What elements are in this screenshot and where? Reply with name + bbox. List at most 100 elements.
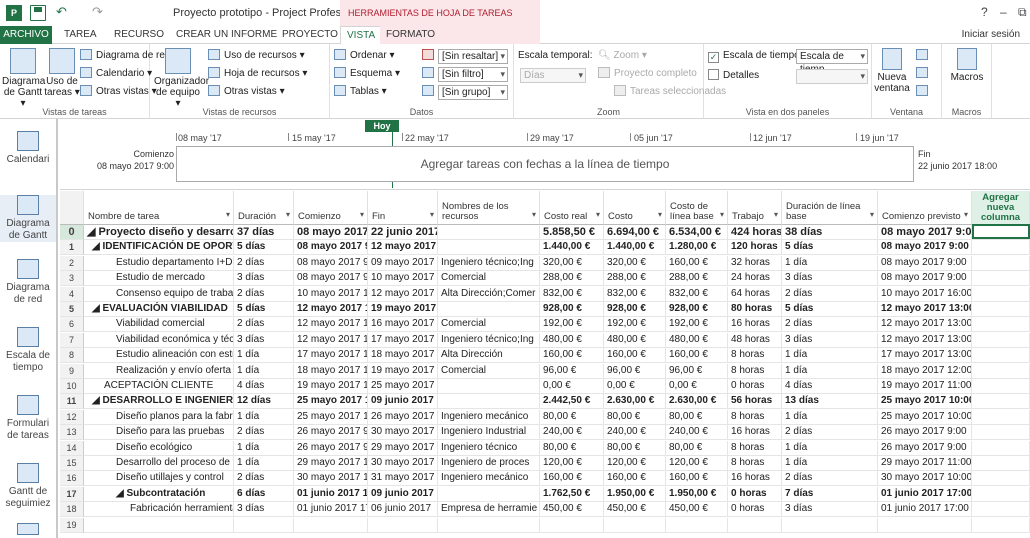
add-column-cell[interactable] xyxy=(972,271,1030,287)
task-name-cell[interactable]: Diseño ecológico xyxy=(84,440,234,456)
baseline-duration-cell[interactable]: 1 día xyxy=(782,363,878,379)
planned-start-cell[interactable]: 12 mayo 2017 13:00 xyxy=(878,317,972,333)
table-row[interactable]: 2 Estudio departamento I+D 2 días 08 mayo 2… xyxy=(60,255,1030,271)
work-cell[interactable]: 32 horas xyxy=(728,255,782,271)
baseline-cost-cell[interactable]: 288,00 € xyxy=(666,271,728,287)
select-all-corner[interactable] xyxy=(60,191,84,225)
baseline-duration-cell[interactable]: 1 día xyxy=(782,409,878,425)
task-name-cell[interactable]: ◢ DESARROLLO E INGENIERÍA xyxy=(84,394,234,410)
actual-cost-cell[interactable]: 480,00 € xyxy=(540,332,604,348)
group-select[interactable]: [Sin grupo] xyxy=(438,85,508,100)
add-column-cell[interactable] xyxy=(972,517,1030,533)
task-name-cell[interactable]: ◢ EVALUACIÓN VIABILIDAD xyxy=(84,302,234,317)
row-id[interactable]: 4 xyxy=(60,286,84,302)
task-name-cell[interactable]: ◢ IDENTIFICACIÓN DE OPORTUNIDAD xyxy=(84,240,234,256)
start-cell[interactable]: 17 mayo 2017 1: xyxy=(294,348,368,364)
start-cell[interactable]: 26 mayo 2017 9: xyxy=(294,440,368,456)
finish-cell[interactable]: 17 mayo 2017 xyxy=(368,332,438,348)
finish-cell[interactable]: 30 mayo 2017 xyxy=(368,456,438,471)
undo-icon[interactable]: ↶ xyxy=(56,4,67,20)
add-column-cell[interactable] xyxy=(972,302,1030,317)
start-cell[interactable]: 12 mayo 2017 1: xyxy=(294,332,368,348)
finish-cell[interactable]: 19 mayo 2017 xyxy=(368,302,438,317)
resources-cell[interactable] xyxy=(438,225,540,240)
actual-cost-cell[interactable]: 96,00 € xyxy=(540,363,604,379)
timeline-checkbox[interactable]: ✓ Escala de tiempo xyxy=(708,49,800,63)
start-cell[interactable]: 26 mayo 2017 9: xyxy=(294,425,368,441)
column-header-actual-cost[interactable]: Costo real ▾ xyxy=(540,191,604,225)
planned-start-cell[interactable]: 08 mayo 2017 9:00 xyxy=(878,240,972,256)
save-icon[interactable] xyxy=(30,5,46,21)
duration-cell[interactable]: 2 días xyxy=(234,425,294,441)
table-row[interactable]: 0 ◢ Proyecto diseño y desarrollo 37 días 08… xyxy=(60,225,1030,240)
baseline-cost-cell[interactable]: 160,00 € xyxy=(666,255,728,271)
add-column-cell[interactable] xyxy=(972,456,1030,471)
cost-cell[interactable]: 928,00 € xyxy=(604,302,666,317)
row-id[interactable]: 14 xyxy=(60,440,84,456)
work-cell[interactable]: 56 horas xyxy=(728,394,782,410)
cost-cell[interactable]: 120,00 € xyxy=(604,456,666,471)
resources-cell[interactable]: Ingeniero Industrial xyxy=(438,425,540,441)
add-column-cell[interactable] xyxy=(972,255,1030,271)
planned-start-cell[interactable] xyxy=(878,517,972,533)
baseline-duration-cell[interactable]: 13 días xyxy=(782,394,878,410)
work-cell[interactable]: 8 horas xyxy=(728,440,782,456)
finish-cell[interactable]: 16 mayo 2017 xyxy=(368,317,438,333)
column-header-baseline-duration[interactable]: Duración de línea base ▾ xyxy=(782,191,878,225)
actual-cost-cell[interactable]: 928,00 € xyxy=(540,302,604,317)
start-cell[interactable]: 10 mayo 2017 1( xyxy=(294,286,368,302)
finish-cell[interactable]: 09 mayo 2017 xyxy=(368,255,438,271)
duration-cell[interactable]: 6 días xyxy=(234,486,294,502)
resources-cell[interactable]: Alta Dirección;Comer xyxy=(438,286,540,302)
finish-cell[interactable]: 19 mayo 2017 xyxy=(368,363,438,379)
resources-cell[interactable]: Ingeniero mecánico xyxy=(438,409,540,425)
start-cell[interactable] xyxy=(294,517,368,533)
add-column-cell[interactable] xyxy=(972,379,1030,394)
resources-cell[interactable]: Comercial xyxy=(438,271,540,287)
task-name-cell[interactable]: Viabilidad comercial xyxy=(84,317,234,333)
task-name-cell[interactable]: ◢ Subcontratación xyxy=(84,486,234,502)
row-id[interactable]: 5 xyxy=(60,302,84,317)
duration-cell[interactable]: 3 días xyxy=(234,332,294,348)
details-view-select[interactable] xyxy=(796,69,868,84)
arrange-icon[interactable] xyxy=(916,48,932,64)
timeline-pane[interactable]: Hoy 08 may '17 15 may '17 22 may '17 29 … xyxy=(60,119,1030,190)
table-row[interactable]: 18 Fabricación herramientas 3 días 01 junio… xyxy=(60,502,1030,518)
timescale-select[interactable]: Días xyxy=(520,68,586,83)
add-column-cell[interactable] xyxy=(972,348,1030,364)
actual-cost-cell[interactable]: 160,00 € xyxy=(540,471,604,487)
add-column-cell[interactable] xyxy=(972,440,1030,456)
baseline-duration-cell[interactable]: 2 días xyxy=(782,471,878,487)
add-new-column-header[interactable]: Agregar nueva columna xyxy=(972,191,1030,225)
row-id[interactable]: 13 xyxy=(60,425,84,441)
work-cell[interactable]: 8 horas xyxy=(728,363,782,379)
table-row[interactable]: 4 Consenso equipo de trabajo 2 días 10 mayo… xyxy=(60,286,1030,302)
table-row[interactable]: 8Estudio alineación con estrategia1 día1… xyxy=(60,348,1030,364)
actual-cost-cell[interactable]: 80,00 € xyxy=(540,409,604,425)
resources-cell[interactable]: Alta Dirección xyxy=(438,348,540,364)
row-id[interactable]: 12 xyxy=(60,409,84,425)
work-cell[interactable]: 8 horas xyxy=(728,456,782,471)
resources-cell[interactable] xyxy=(438,486,540,502)
baseline-cost-cell[interactable]: 192,00 € xyxy=(666,317,728,333)
row-id[interactable]: 9 xyxy=(60,363,84,379)
resources-cell[interactable]: Ingeniero técnico;Ing xyxy=(438,332,540,348)
add-column-cell[interactable] xyxy=(972,317,1030,333)
cost-cell[interactable]: 80,00 € xyxy=(604,440,666,456)
baseline-cost-cell[interactable]: 120,00 € xyxy=(666,456,728,471)
baseline-duration-cell[interactable]: 3 días xyxy=(782,271,878,287)
gantt-view-button[interactable]: Diagrama de Gantt ▾ xyxy=(2,48,45,109)
signin-link[interactable]: Iniciar sesión xyxy=(962,29,1020,40)
planned-start-cell[interactable]: 25 mayo 2017 10:00 xyxy=(878,409,972,425)
row-id[interactable]: 17 xyxy=(60,486,84,502)
duration-cell[interactable]: 2 días xyxy=(234,286,294,302)
highlight-select[interactable]: [Sin resaltar] xyxy=(438,49,508,64)
resources-cell[interactable] xyxy=(438,302,540,317)
add-column-cell[interactable] xyxy=(972,394,1030,410)
add-column-cell[interactable] xyxy=(972,502,1030,518)
finish-cell[interactable]: 12 mayo 2017 xyxy=(368,286,438,302)
baseline-duration-cell[interactable] xyxy=(782,517,878,533)
calendar-button[interactable]: Calendario ▾ xyxy=(80,66,152,82)
table-row[interactable]: 3 Estudio de mercado 3 días 08 mayo 2017 9:… xyxy=(60,271,1030,287)
table-row[interactable]: 19 xyxy=(60,517,1030,533)
